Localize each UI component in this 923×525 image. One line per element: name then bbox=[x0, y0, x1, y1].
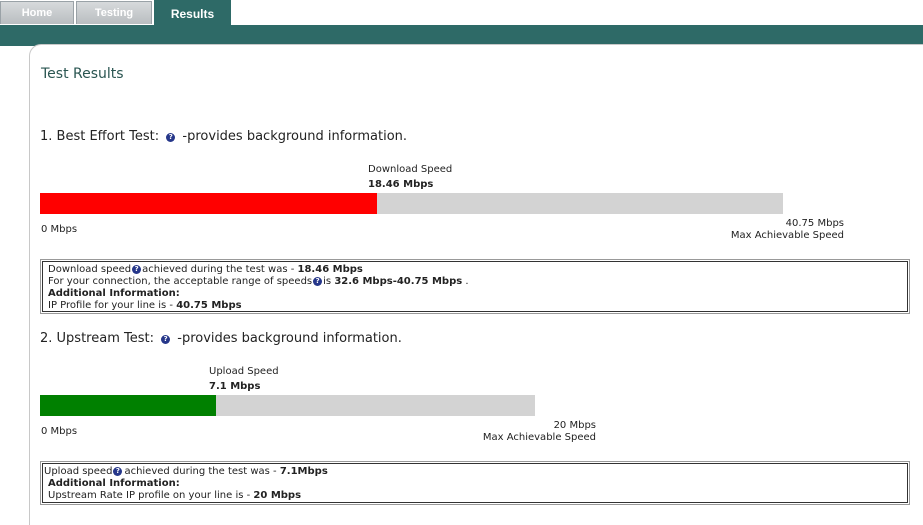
section-title-suffix: -provides background information. bbox=[177, 331, 402, 346]
help-icon[interactable]: ? bbox=[132, 265, 142, 274]
info-line: Upload speed? achieved during the test wa… bbox=[44, 466, 906, 478]
download-speed-bar bbox=[40, 193, 783, 214]
upload-max-value: 20 Mbps bbox=[553, 420, 596, 431]
upload-speed-label: Upload Speed bbox=[209, 366, 279, 377]
download-speed-fill bbox=[40, 193, 377, 214]
info-value: 40.75 Mbps bbox=[176, 300, 242, 311]
download-min-label: 0 Mbps bbox=[41, 224, 78, 235]
info-value: 7.1Mbps bbox=[279, 466, 328, 477]
header-bar bbox=[0, 25, 923, 46]
download-max-value: 40.75 Mbps bbox=[785, 218, 844, 229]
info-line: For your connection, the acceptable rang… bbox=[48, 276, 902, 288]
section-title-upstream: 2. Upstream Test: ? -provides background… bbox=[40, 331, 402, 346]
info-text: . bbox=[465, 276, 469, 287]
upload-speed-value: 7.1 Mbps bbox=[209, 381, 261, 392]
info-text: Upstream Rate IP profile on your line is… bbox=[48, 490, 251, 501]
download-speed-value: 18.46 Mbps bbox=[368, 179, 434, 190]
upload-speed-fill bbox=[40, 395, 216, 416]
info-text: achieved during the test was - bbox=[142, 264, 295, 275]
download-speed-label: Download Speed bbox=[368, 164, 453, 175]
help-icon[interactable]: ? bbox=[166, 133, 176, 142]
info-text: Download speed bbox=[48, 264, 132, 275]
help-icon[interactable]: ? bbox=[113, 467, 123, 476]
nav-tabs: Home Testing Results bbox=[0, 0, 923, 25]
info-line: IP Profile for your line is - 40.75 Mbps bbox=[48, 300, 902, 312]
upload-info-box: Upload speed? achieved during the test wa… bbox=[42, 463, 908, 503]
upload-max-label: Max Achievable Speed bbox=[482, 432, 596, 443]
info-text: IP Profile for your line is - bbox=[48, 300, 174, 311]
download-info-box: Download speed? achieved during the test … bbox=[42, 261, 908, 312]
info-value: 18.46 Mbps bbox=[297, 264, 363, 275]
info-value: 32.6 Mbps-40.75 Mbps bbox=[334, 276, 463, 287]
download-max-label: Max Achievable Speed bbox=[730, 230, 844, 241]
section-title-prefix: 2. Upstream Test: bbox=[40, 331, 154, 346]
tab-home[interactable]: Home bbox=[0, 1, 74, 24]
additional-info-heading: Additional Information: bbox=[48, 478, 180, 489]
tab-results[interactable]: Results bbox=[154, 0, 231, 25]
info-text: Upload speed bbox=[44, 466, 113, 477]
info-line: Download speed? achieved during the test … bbox=[48, 264, 902, 276]
info-text: For your connection, the acceptable rang… bbox=[48, 276, 313, 287]
help-icon[interactable]: ? bbox=[313, 277, 323, 286]
additional-info-heading: Additional Information: bbox=[48, 288, 180, 299]
info-text: is bbox=[323, 276, 332, 287]
upload-min-label: 0 Mbps bbox=[41, 426, 78, 437]
section-title-prefix: 1. Best Effort Test: bbox=[40, 129, 160, 144]
info-value: 20 Mbps bbox=[253, 490, 302, 501]
section-title-suffix: -provides background information. bbox=[182, 129, 408, 144]
help-icon[interactable]: ? bbox=[161, 335, 171, 344]
info-line: Upstream Rate IP profile on your line is… bbox=[44, 490, 906, 502]
info-text: achieved during the test was - bbox=[124, 466, 277, 477]
page-title: Test Results bbox=[41, 66, 124, 82]
section-title-best-effort: 1. Best Effort Test: ? -provides backgro… bbox=[40, 129, 407, 144]
upload-speed-bar bbox=[40, 395, 535, 416]
tab-testing[interactable]: Testing bbox=[76, 1, 152, 24]
